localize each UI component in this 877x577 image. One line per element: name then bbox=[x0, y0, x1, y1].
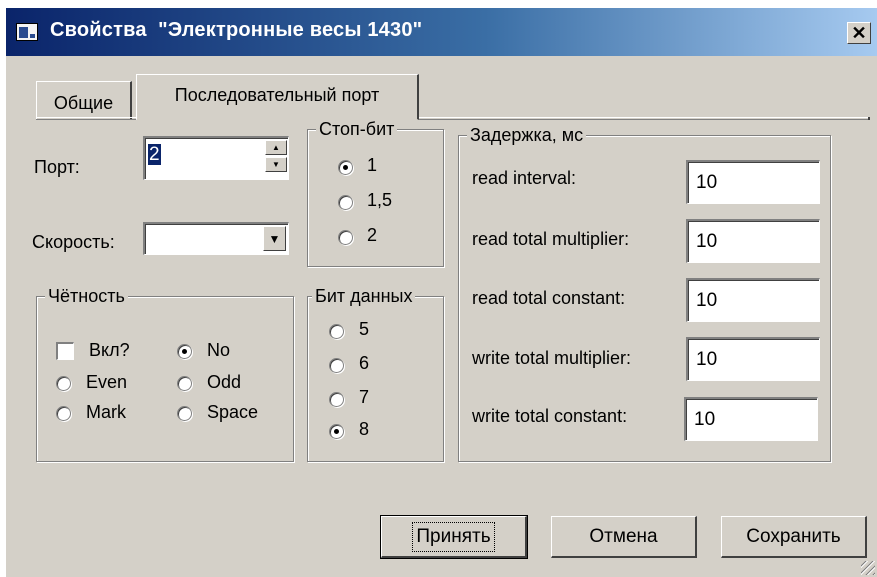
read-interval-value: 10 bbox=[696, 172, 718, 193]
read-total-constant-input[interactable]: 10 bbox=[686, 278, 820, 322]
write-total-multiplier-input[interactable]: 10 bbox=[686, 337, 820, 381]
write-total-constant-value: 10 bbox=[694, 409, 716, 430]
resize-grip-icon[interactable] bbox=[861, 561, 875, 575]
save-button[interactable]: Сохранить bbox=[721, 516, 867, 558]
read-total-multiplier-label: read total multiplier: bbox=[472, 229, 630, 249]
stop-bits-1-5-radio[interactable] bbox=[338, 195, 353, 210]
parity-mark-radio[interactable] bbox=[56, 406, 71, 421]
port-spinbox[interactable]: 2 ▲ ▼ bbox=[143, 136, 289, 180]
tab-serial-port-label: Последовательный порт bbox=[174, 84, 380, 105]
parity-no-label: No bbox=[207, 340, 231, 360]
parity-mark-label: Mark bbox=[86, 402, 126, 422]
app-icon bbox=[16, 23, 38, 41]
parity-enable-checkbox[interactable] bbox=[56, 342, 74, 360]
data-bits-5-radio[interactable] bbox=[329, 324, 344, 339]
chevron-down-icon: ▼ bbox=[268, 231, 281, 246]
data-bits-6-radio[interactable] bbox=[329, 358, 344, 373]
write-total-multiplier-value: 10 bbox=[696, 349, 718, 370]
accept-button-label: Принять bbox=[412, 521, 495, 552]
parity-odd-radio[interactable] bbox=[177, 376, 192, 391]
data-bits-group: Бит данных bbox=[307, 285, 444, 462]
stop-bits-1-radio[interactable] bbox=[338, 160, 353, 175]
tab-serial-port[interactable]: Последовательный порт bbox=[136, 74, 419, 120]
parity-even-label: Even bbox=[86, 372, 128, 392]
tab-general[interactable]: Общие bbox=[36, 81, 132, 119]
data-bits-title: Бит данных bbox=[312, 285, 416, 307]
stop-bits-title: Стоп-бит bbox=[316, 118, 398, 140]
port-spin-down-button[interactable]: ▼ bbox=[265, 157, 287, 172]
parity-odd-label: Odd bbox=[207, 372, 242, 392]
arrow-down-icon: ▼ bbox=[272, 159, 280, 169]
write-total-constant-label: write total constant: bbox=[472, 406, 628, 426]
read-total-constant-value: 10 bbox=[696, 290, 718, 311]
read-interval-label: read interval: bbox=[472, 168, 577, 188]
accept-button[interactable]: Принять bbox=[380, 515, 528, 559]
speed-combobox[interactable]: ▼ bbox=[143, 222, 289, 255]
read-total-multiplier-value: 10 bbox=[696, 231, 718, 252]
stop-bits-1-label: 1 bbox=[367, 155, 378, 175]
stop-bits-2-label: 2 bbox=[367, 225, 378, 245]
port-label: Порт: bbox=[34, 157, 80, 177]
window-title: Свойства "Электронные весы 1430" bbox=[50, 19, 423, 41]
title-bar[interactable]: Свойства "Электронные весы 1430" ✕ bbox=[6, 8, 877, 56]
read-total-constant-label: read total constant: bbox=[472, 288, 626, 308]
parity-space-radio[interactable] bbox=[177, 406, 192, 421]
read-total-multiplier-input[interactable]: 10 bbox=[686, 219, 820, 263]
save-button-label: Сохранить bbox=[746, 525, 841, 547]
properties-dialog: Свойства "Электронные весы 1430" ✕ Общие… bbox=[4, 6, 877, 577]
cancel-button-label: Отмена bbox=[589, 525, 658, 547]
parity-space-label: Space bbox=[207, 402, 259, 422]
close-icon: ✕ bbox=[851, 23, 867, 43]
speed-dropdown-button[interactable]: ▼ bbox=[263, 226, 286, 251]
data-bits-8-radio[interactable] bbox=[329, 424, 344, 439]
cancel-button[interactable]: Отмена bbox=[551, 516, 697, 558]
stop-bits-1-5-label: 1,5 bbox=[367, 190, 393, 210]
stop-bits-2-radio[interactable] bbox=[338, 230, 353, 245]
read-interval-input[interactable]: 10 bbox=[686, 160, 820, 204]
arrow-up-icon: ▲ bbox=[272, 142, 280, 152]
write-total-constant-input[interactable]: 10 bbox=[684, 397, 818, 441]
delay-title: Задержка, мс bbox=[467, 124, 587, 146]
data-bits-7-label: 7 bbox=[359, 387, 370, 407]
data-bits-8-label: 8 bbox=[359, 419, 370, 439]
speed-label: Скорость: bbox=[32, 232, 115, 252]
parity-enable-label: Вкл? bbox=[89, 340, 130, 360]
write-total-multiplier-label: write total multiplier: bbox=[472, 348, 632, 368]
parity-group: Чётность bbox=[36, 285, 294, 462]
port-spin-up-button[interactable]: ▲ bbox=[265, 140, 287, 155]
tab-general-label: Общие bbox=[53, 93, 114, 113]
close-button[interactable]: ✕ bbox=[847, 22, 871, 44]
parity-title: Чётность bbox=[45, 285, 128, 307]
port-value: 2 bbox=[148, 144, 161, 165]
parity-no-radio[interactable] bbox=[177, 344, 192, 359]
data-bits-7-radio[interactable] bbox=[329, 392, 344, 407]
data-bits-6-label: 6 bbox=[359, 353, 370, 373]
parity-even-radio[interactable] bbox=[56, 376, 71, 391]
data-bits-5-label: 5 bbox=[359, 319, 370, 339]
